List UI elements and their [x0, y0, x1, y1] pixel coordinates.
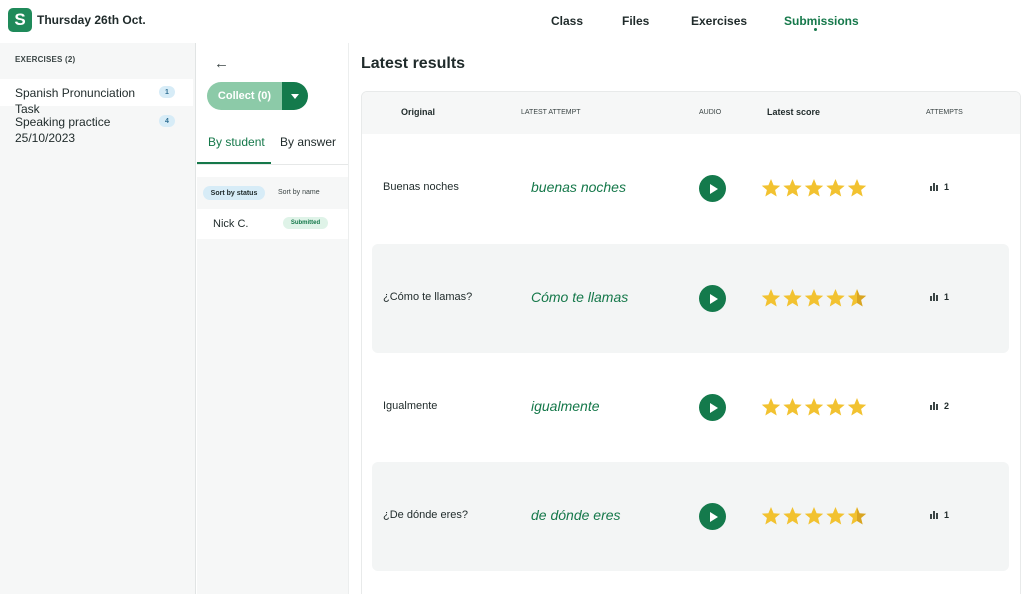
- star-icon: [761, 179, 781, 197]
- star-icon: [804, 507, 824, 525]
- star-icon: [804, 179, 824, 197]
- table-row: Igualmente igualmente 2: [372, 353, 1009, 462]
- table-row: ¿De dónde eres? de dónde eres 1: [372, 462, 1009, 571]
- bar-chart-icon: [930, 183, 939, 191]
- caret-down-icon: [291, 93, 299, 99]
- attempts-number: 2: [944, 401, 950, 411]
- play-icon: [709, 183, 718, 194]
- active-tab-underline: [197, 162, 271, 164]
- logo-letter: S: [14, 10, 26, 29]
- star-icon: [826, 398, 845, 416]
- bar-chart-icon: [930, 511, 939, 519]
- student-name: Nick C.: [213, 218, 249, 230]
- score-stars: [761, 179, 867, 197]
- attempts-count: 1: [930, 292, 949, 302]
- star-icon: [847, 507, 867, 525]
- collect-split-button: Collect (0): [207, 82, 308, 110]
- star-icon: [847, 398, 867, 416]
- column-latest-score: Latest score: [767, 107, 821, 117]
- play-icon: [709, 293, 718, 304]
- nav-files[interactable]: Files: [622, 14, 649, 28]
- play-audio-button[interactable]: [699, 175, 726, 202]
- top-bar: S Thursday 26th Oct. Class Files Exercis…: [0, 0, 1024, 43]
- attempt-text: Cómo te llamas: [531, 289, 629, 305]
- star-icon: [783, 507, 802, 525]
- score-stars: [761, 507, 867, 525]
- app-logo[interactable]: S: [8, 8, 32, 32]
- play-icon: [709, 402, 718, 413]
- attempts-count: 1: [930, 182, 949, 192]
- star-icon: [761, 398, 781, 416]
- results-table: Original LATEST ATTEMPT AUDIO Latest sco…: [361, 91, 1021, 594]
- original-text: Buenas noches: [383, 181, 459, 193]
- exercise-count-badge: 4: [159, 115, 175, 127]
- column-audio: AUDIO: [699, 109, 722, 116]
- table-header: Original LATEST ATTEMPT AUDIO Latest sco…: [362, 92, 1020, 134]
- play-audio-button[interactable]: [699, 285, 726, 312]
- date-label: Thursday 26th Oct.: [37, 13, 146, 27]
- active-nav-indicator: [814, 28, 817, 31]
- star-icon: [783, 398, 802, 416]
- play-audio-button[interactable]: [699, 503, 726, 530]
- original-text: ¿De dónde eres?: [383, 509, 468, 521]
- star-icon: [783, 179, 802, 197]
- star-icon: [804, 398, 824, 416]
- star-icon: [761, 289, 781, 307]
- star-icon: [783, 289, 802, 307]
- tab-by-student[interactable]: By student: [208, 135, 265, 149]
- star-icon: [847, 179, 867, 197]
- attempts-count: 2: [930, 401, 949, 411]
- collect-dropdown-button[interactable]: [282, 82, 308, 110]
- exercises-header: EXERCISES (2): [15, 55, 76, 64]
- tab-divider: [197, 164, 348, 165]
- table-row: ¿Cómo te llamas? Cómo te llamas 1: [372, 244, 1009, 353]
- star-icon: [761, 507, 781, 525]
- star-icon: [847, 289, 867, 307]
- column-original: Original: [401, 107, 436, 117]
- attempts-number: 1: [944, 292, 950, 302]
- original-text: ¿Cómo te llamas?: [383, 291, 473, 303]
- students-panel: ← Collect (0) By student By answer Sort …: [197, 43, 349, 594]
- star-icon: [826, 507, 845, 525]
- play-icon: [709, 511, 718, 522]
- arrow-left-icon[interactable]: ←: [214, 55, 229, 72]
- attempts-number: 1: [944, 510, 950, 520]
- exercise-item[interactable]: Spanish Pronunciation Task 1: [0, 79, 193, 116]
- student-row[interactable]: Nick C. Submitted: [197, 209, 348, 239]
- column-attempts: ATTEMPTS: [926, 109, 963, 116]
- sort-by-name-button[interactable]: Sort by name: [278, 189, 320, 196]
- student-list-empty-area: [197, 239, 348, 594]
- bar-chart-icon: [930, 402, 939, 410]
- attempt-text: igualmente: [531, 398, 600, 414]
- attempts-count: 1: [930, 510, 949, 520]
- nav-class[interactable]: Class: [551, 14, 583, 28]
- exercises-panel: EXERCISES (2) Spanish Pronunciation Task…: [0, 43, 196, 594]
- star-icon: [804, 289, 824, 307]
- exercise-label: Speaking practice 25/10/2023: [15, 115, 111, 145]
- attempt-text: buenas noches: [531, 179, 626, 195]
- original-text: Igualmente: [383, 400, 438, 412]
- collect-button[interactable]: Collect (0): [207, 82, 282, 110]
- attempt-text: de dónde eres: [531, 507, 621, 523]
- sort-bar: Sort by status Sort by name: [197, 177, 348, 209]
- sort-by-status-button[interactable]: Sort by status: [203, 186, 265, 200]
- tab-by-answer[interactable]: By answer: [280, 135, 336, 149]
- exercise-count-badge: 1: [159, 86, 175, 98]
- play-audio-button[interactable]: [699, 394, 726, 421]
- attempts-number: 1: [944, 182, 950, 192]
- star-icon: [826, 179, 845, 197]
- page-title: Latest results: [361, 55, 466, 72]
- status-badge: Submitted: [283, 217, 328, 229]
- exercise-item[interactable]: Speaking practice 25/10/2023 4: [0, 113, 193, 149]
- score-stars: [761, 289, 867, 307]
- bar-chart-icon: [930, 293, 939, 301]
- nav-exercises[interactable]: Exercises: [691, 14, 747, 28]
- column-latest-attempt: LATEST ATTEMPT: [521, 109, 581, 116]
- score-stars: [761, 398, 867, 416]
- nav-submissions[interactable]: Submissions: [784, 14, 859, 28]
- star-icon: [826, 289, 845, 307]
- results-area: Latest results Original LATEST ATTEMPT A…: [349, 43, 1024, 594]
- table-row: Buenas noches buenas noches 1: [372, 134, 1009, 243]
